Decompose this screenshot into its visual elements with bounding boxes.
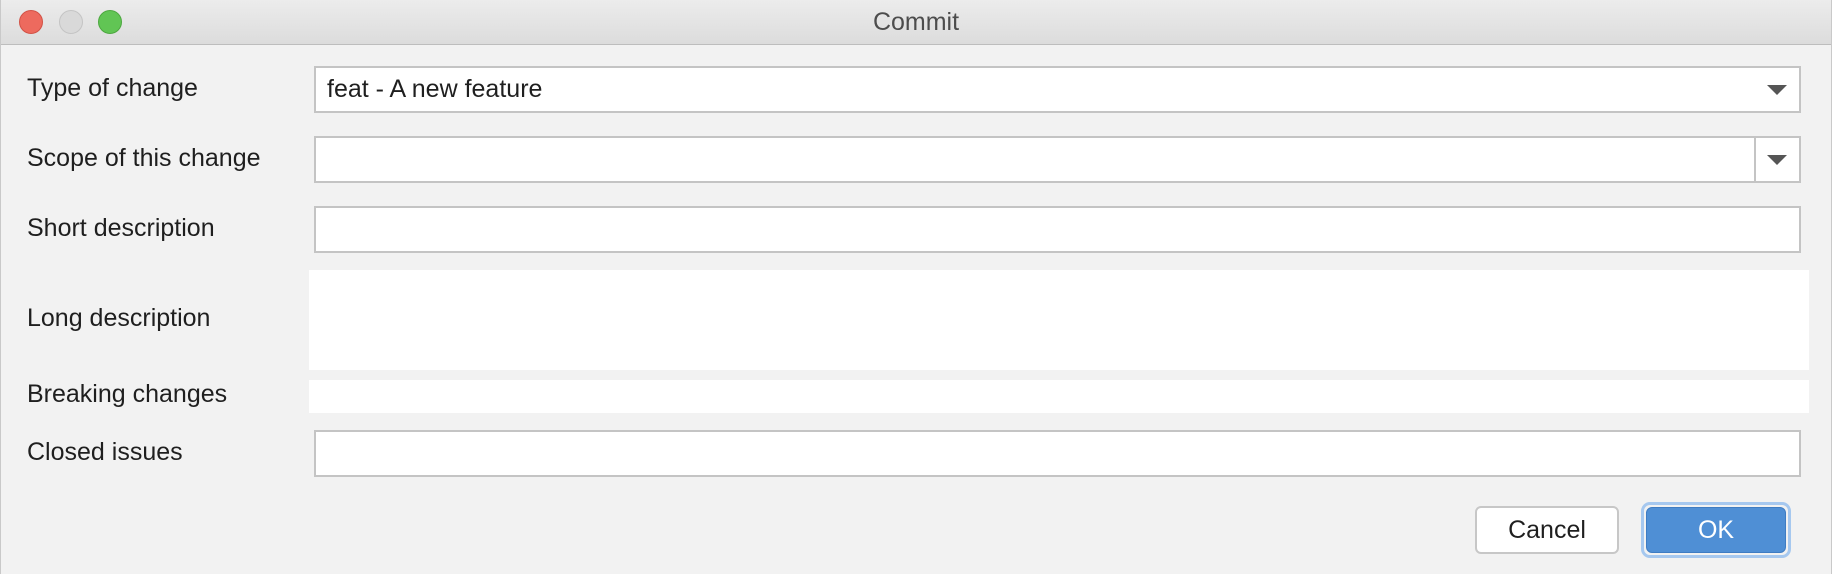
closed-issues-field[interactable] <box>314 430 1801 477</box>
title-bar: Commit <box>1 0 1831 45</box>
cancel-button[interactable]: Cancel <box>1475 506 1619 554</box>
long-description-textarea[interactable] <box>309 270 1809 370</box>
window-title: Commit <box>872 8 960 36</box>
long-description-label: Long description <box>27 304 211 332</box>
scope-dropdown-chevron-icon[interactable] <box>1767 155 1787 165</box>
scope-combobox[interactable] <box>314 136 1801 183</box>
commit-dialog: Commit Type of change feat - A new featu… <box>0 0 1832 574</box>
scope-label: Scope of this change <box>27 144 261 172</box>
type-of-change-label: Type of change <box>27 74 198 102</box>
closed-issues-label: Closed issues <box>27 438 183 466</box>
type-of-change-select[interactable]: feat - A new feature <box>314 66 1801 113</box>
short-description-label: Short description <box>27 214 215 242</box>
type-of-change-value: feat - A new feature <box>327 75 543 103</box>
breaking-changes-textarea[interactable] <box>309 380 1809 413</box>
combo-divider <box>1754 138 1756 181</box>
chevron-down-icon <box>1767 85 1787 95</box>
ok-button[interactable]: OK <box>1646 507 1786 553</box>
short-description-field[interactable] <box>314 206 1801 253</box>
breaking-changes-label: Breaking changes <box>27 380 228 408</box>
